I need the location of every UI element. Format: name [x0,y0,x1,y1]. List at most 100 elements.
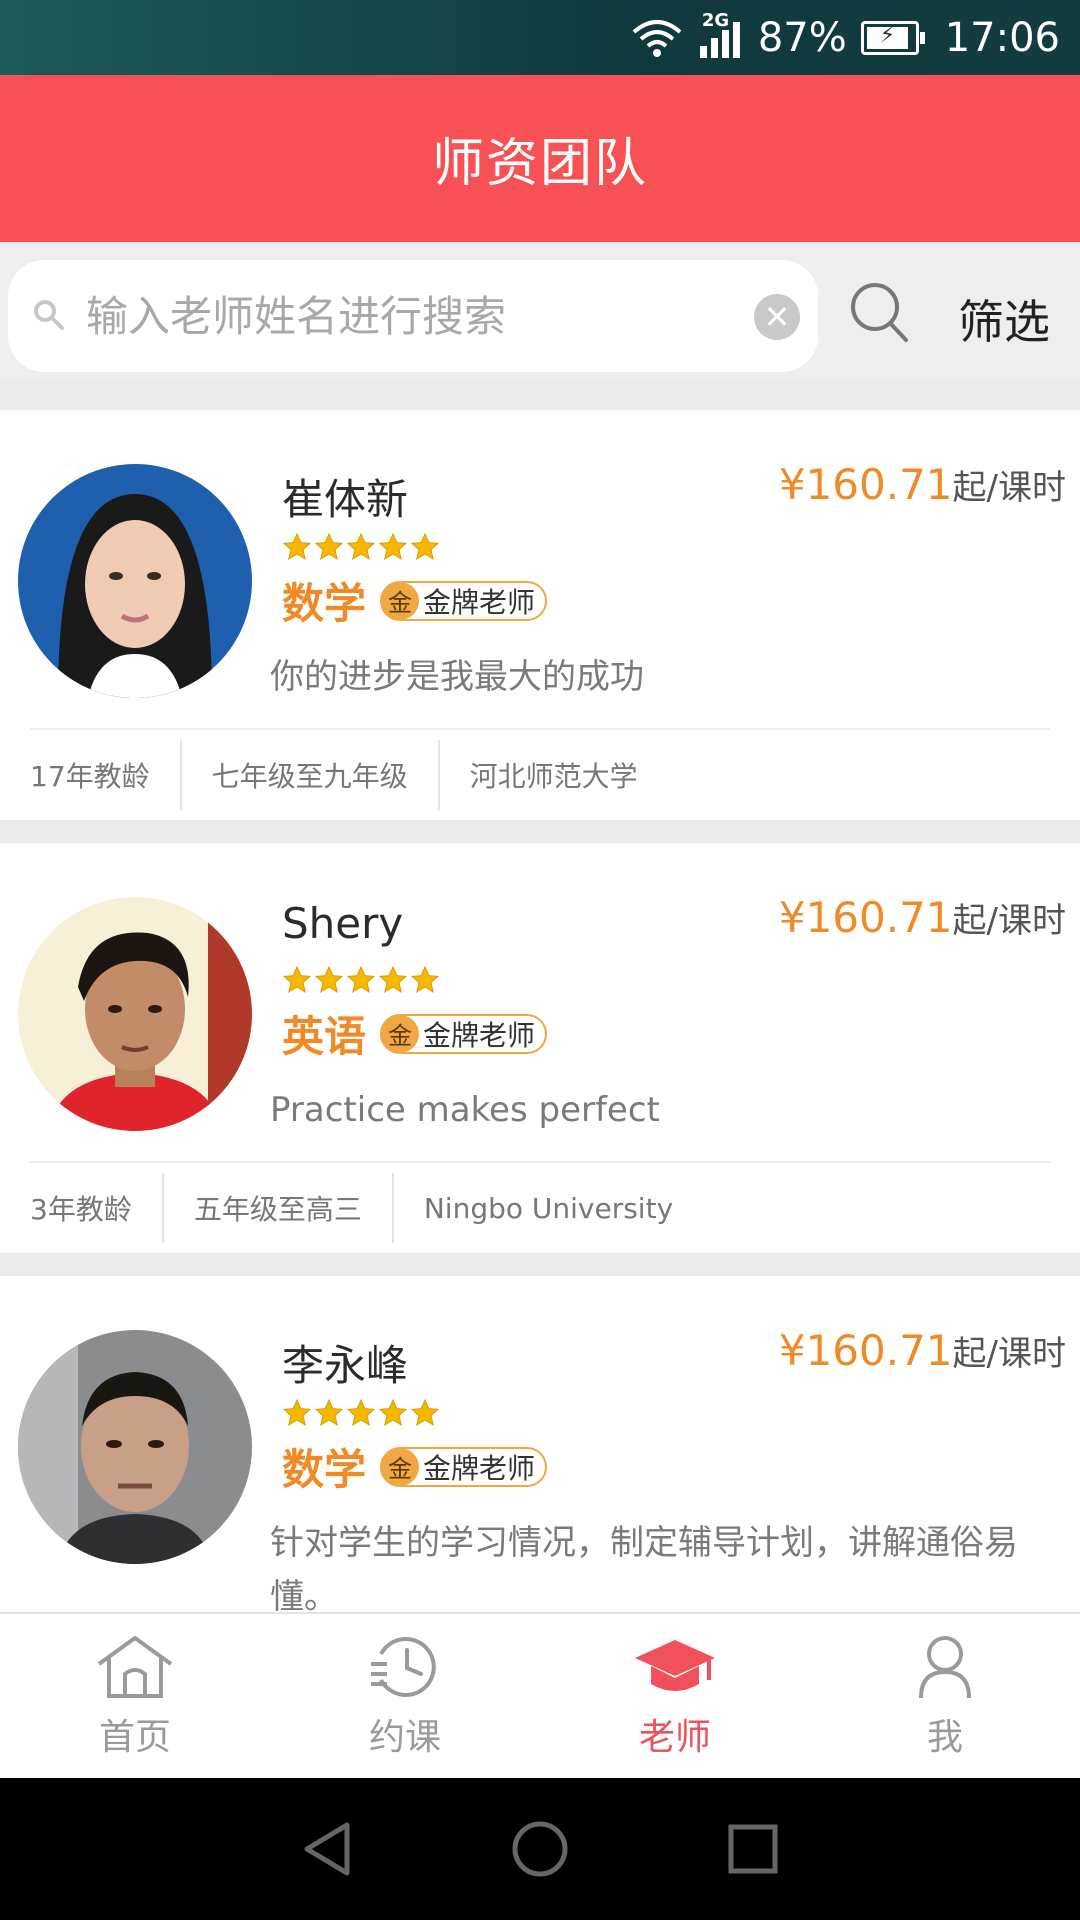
signal-icon: 2G [698,10,744,60]
search-input[interactable] [86,280,726,352]
teacher-meta: 3年教龄 五年级至高三 Ningbo University [0,1173,703,1243]
price-unit: 起/课时 [952,1334,1066,1374]
price-unit: 起/课时 [952,901,1066,941]
university: Ningbo University [423,1191,674,1225]
star-icon [410,965,440,994]
star-icon [346,965,376,994]
subject-row: 数学 金 金牌老师 [282,1436,548,1497]
price-amount: ¥160.71 [778,1326,953,1375]
subject: 数学 [282,1445,367,1494]
tab-home[interactable]: 首页 [0,1614,270,1778]
avatar [18,1330,252,1564]
price-amount: ¥160.71 [778,460,953,509]
subject-row: 数学 金 金牌老师 [282,570,548,631]
teacher-meta: 17年教龄 七年级至九年级 河北师范大学 [0,740,668,810]
teacher-name: 崔体新 [282,475,409,524]
rating-stars [282,1398,440,1428]
teacher-card[interactable]: Shery ¥160.71 起/课时 英语 金 金牌老师 Practice ma… [0,843,1080,1253]
divider [30,728,1050,730]
teacher-name: 李永峰 [282,1341,409,1390]
price: ¥160.71 起/课时 [779,893,1066,942]
back-button[interactable] [292,1814,362,1884]
star-icon [346,532,376,561]
subject: 英语 [282,1012,367,1061]
star-icon [410,532,440,561]
star-icon [378,1398,408,1427]
filter-button[interactable]: 筛选 [958,286,1050,352]
teacher-motto: Practice makes perfect [270,1090,660,1130]
star-icon [314,965,344,994]
badge-label: 金牌老师 [423,1451,536,1485]
square-recents-icon [728,1824,778,1874]
clear-search-button[interactable]: ✕ [754,294,800,340]
gold-medal-icon: 金 [381,1014,420,1053]
grade-range: 七年级至九年级 [182,740,440,810]
search-box: ✕ [8,260,818,372]
badge-label: 金牌老师 [423,585,536,619]
gold-teacher-badge: 金 金牌老师 [380,1446,548,1487]
subject: 数学 [282,579,367,628]
teaching-experience: 17年教龄 [0,740,182,810]
star-icon [282,532,312,561]
teacher-card[interactable]: 崔体新 ¥160.71 起/课时 数学 金 金牌老师 你的进步是我最大的成功 1… [0,410,1080,820]
circle-home-icon [512,1821,568,1877]
badge-label: 金牌老师 [423,1018,536,1052]
star-icon [314,1398,344,1427]
teaching-experience: 3年教龄 [0,1173,164,1243]
avatar [18,464,252,698]
gold-medal-icon: 金 [381,1447,420,1486]
gold-teacher-badge: 金 金牌老师 [380,1013,548,1054]
bottom-tab-bar: 首页 约课 老师 我 [0,1612,1080,1778]
divider [30,1161,1050,1163]
gold-medal-icon: 金 [381,581,420,620]
star-icon [346,1398,376,1427]
star-icon [282,1398,312,1427]
home-system-button[interactable] [505,1814,575,1884]
wifi-icon [630,18,684,58]
tab-teachers[interactable]: 老师 [540,1614,810,1778]
network-type: 2G [701,9,730,31]
search-bar: ✕ 筛选 [0,242,1080,378]
tab-label: 我 [926,1717,963,1758]
home-icon [93,1632,177,1702]
star-icon [314,532,344,561]
system-nav-bar [0,1778,1080,1920]
star-icon [378,532,408,561]
app-header: 师资团队 [0,75,1080,242]
teacher-card[interactable]: 李永峰 ¥160.71 起/课时 数学 金 金牌老师 针对学生的学习情况，制定辅… [0,1276,1080,1617]
search-button[interactable] [848,280,912,346]
grade-range: 五年级至高三 [164,1173,394,1243]
gold-teacher-badge: 金 金牌老师 [380,580,548,621]
price-amount: ¥160.71 [778,893,953,942]
tab-label: 老师 [638,1717,711,1758]
avatar [18,897,252,1131]
history-clock-icon [363,1632,447,1702]
clock: 17:06 [944,14,1060,61]
battery-percent: 87% [757,14,847,61]
tab-me[interactable]: 我 [810,1614,1080,1778]
recents-button[interactable] [718,1814,788,1884]
graduation-cap-icon [633,1632,717,1702]
tab-label: 首页 [98,1717,171,1758]
university: 河北师范大学 [469,760,638,793]
back-triangle-icon [304,1822,350,1876]
price-unit: 起/课时 [952,468,1066,508]
page-title: 师资团队 [431,134,648,194]
status-bar: 2G 87% ⚡ 17:06 [0,0,1080,75]
star-icon [282,965,312,994]
search-icon [34,300,64,330]
rating-stars [282,532,440,562]
tab-label: 约课 [368,1717,441,1758]
star-icon [410,1398,440,1427]
teacher-motto: 你的进步是我最大的成功 [270,657,644,697]
close-icon: ✕ [763,298,791,336]
price: ¥160.71 起/课时 [779,460,1066,509]
rating-stars [282,965,440,995]
teacher-motto: 针对学生的学习情况，制定辅导计划，讲解通俗易懂。 [270,1523,1018,1617]
subject-row: 英语 金 金牌老师 [282,1003,548,1064]
teacher-name: Shery [282,899,404,948]
battery-icon: ⚡ [860,20,925,55]
star-icon [378,965,408,994]
person-icon [903,1632,987,1702]
tab-schedule[interactable]: 约课 [270,1614,540,1778]
